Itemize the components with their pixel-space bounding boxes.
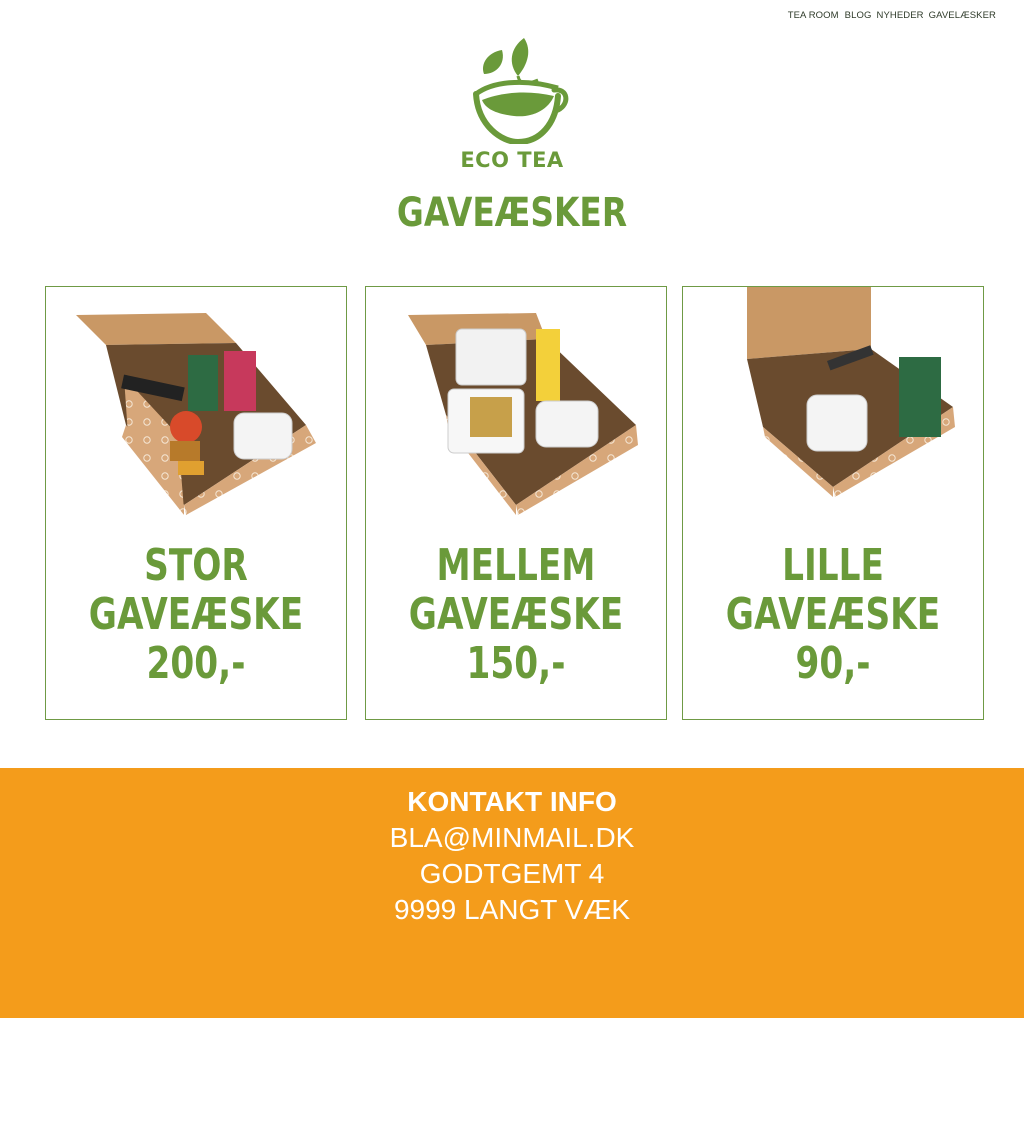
product-text: STOR GAVEÆSKE 200,- (46, 541, 346, 688)
nav-link-blog[interactable]: BLOG (845, 10, 872, 21)
footer-address: GODTGEMT 4 (419, 858, 605, 889)
footer-email[interactable]: BLA@MINMAIL.DK (0, 822, 1024, 854)
gift-box-image (747, 287, 955, 497)
nav-link-gavelaesker[interactable]: GAVELÆSKER (929, 10, 996, 21)
product-name-line2: GAVEÆSKE (408, 589, 624, 640)
footer-city: 9999 LANGT VÆK (393, 894, 631, 925)
product-name-line1: STOR (144, 540, 248, 591)
product-price: 150,- (466, 638, 566, 689)
product-card-mellem[interactable]: MELLEM GAVEÆSKE 150,- (365, 286, 667, 720)
tea-cup-leaf-icon[interactable] (462, 34, 572, 144)
product-name-line1: LILLE (782, 540, 884, 591)
product-name-line1: MELLEM (436, 540, 596, 591)
product-card-stor[interactable]: STOR GAVEÆSKE 200,- (45, 286, 347, 720)
nav-link-nyheder[interactable]: NYHEDER (876, 10, 923, 21)
product-text: LILLE GAVEÆSKE 90,- (683, 541, 983, 688)
footer-contact: KONTAKT INFO BLA@MINMAIL.DK GODTGEMT 4 9… (0, 768, 1024, 1018)
product-price: 90,- (795, 638, 871, 689)
logo-text: ECO TEA (460, 148, 564, 172)
product-name-line2: GAVEÆSKE (725, 589, 941, 640)
footer-title: KONTAKT INFO (407, 786, 617, 817)
gift-box-image (76, 313, 316, 515)
top-navigation: TEA ROOM BLOG NYHEDER GAVELÆSKER (788, 10, 996, 21)
nav-link-tea-room[interactable]: TEA ROOM (788, 10, 839, 21)
product-name-line2: GAVEÆSKE (88, 589, 304, 640)
product-card-lille[interactable]: LILLE GAVEÆSKE 90,- (682, 286, 984, 720)
product-text: MELLEM GAVEÆSKE 150,- (366, 541, 666, 688)
gift-box-image (408, 313, 638, 515)
page-title: GAVEÆSKER (396, 190, 628, 236)
product-price: 200,- (146, 638, 246, 689)
